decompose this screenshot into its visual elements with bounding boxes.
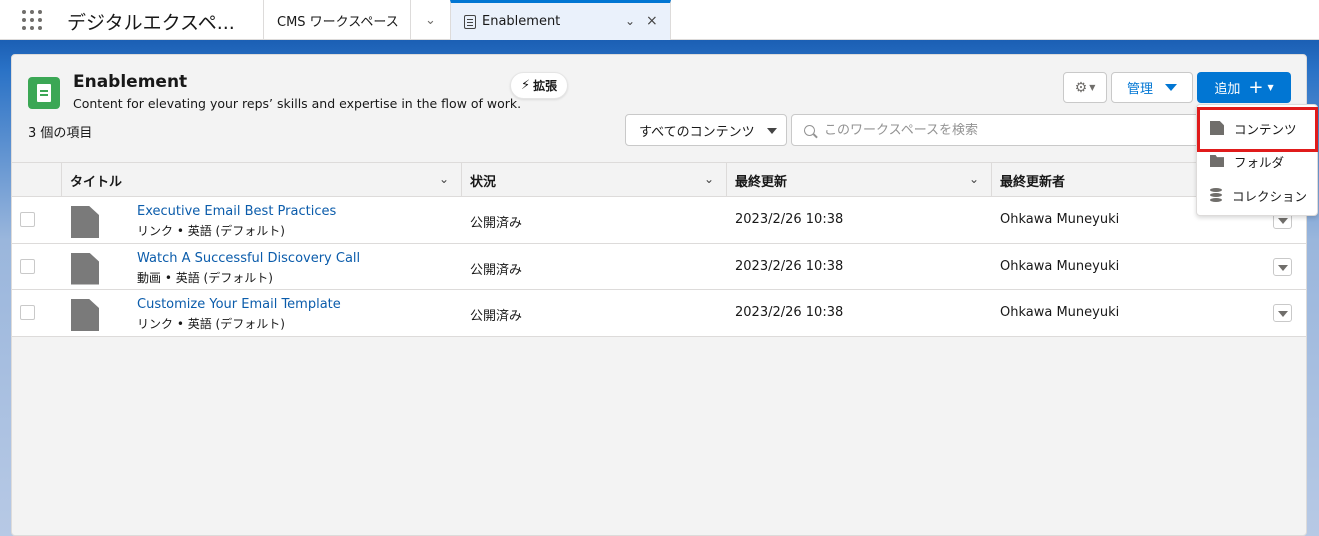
close-icon[interactable]: × [646, 13, 658, 29]
updated-cell: 2023/2/26 10:38 [735, 305, 844, 320]
select-column-header [12, 163, 61, 197]
tab-enablement[interactable]: Enablement ⌄ × [450, 0, 671, 40]
extend-button[interactable]: ⚡︎ 拡張 [510, 72, 569, 99]
tab-label: CMS ワークスペース [277, 14, 399, 30]
content-table: タイトル ⌄ 状況 ⌄ 最終更新 ⌄ 最終更新者 Executive Email… [12, 162, 1306, 337]
item-count: 3 個の項目 [28, 126, 93, 141]
caret-down-icon [1165, 84, 1177, 91]
content-title-link[interactable]: Executive Email Best Practices [137, 204, 336, 219]
manage-button[interactable]: 管理 [1111, 72, 1193, 103]
column-label: 状況 [470, 174, 497, 190]
updated-by-cell: Ohkawa Muneyuki [1000, 305, 1120, 320]
plus-icon: + [1248, 76, 1264, 98]
highlight-box [1197, 107, 1318, 152]
file-icon [71, 206, 99, 238]
row-checkbox[interactable] [20, 305, 35, 320]
file-icon [71, 299, 99, 331]
status-cell: 公開済み [470, 309, 523, 324]
column-label: 最終更新者 [1000, 174, 1066, 190]
app-name: デジタルエクスペ... [67, 12, 235, 34]
content-title-link[interactable]: Watch A Successful Discovery Call [137, 251, 360, 266]
search-input[interactable] [824, 122, 1184, 138]
manage-label: 管理 [1126, 82, 1153, 97]
column-header-status[interactable]: 状況 ⌄ [461, 163, 726, 197]
add-label: 追加 [1214, 82, 1241, 97]
content-filter-select[interactable]: すべてのコンテンツ [625, 114, 787, 146]
tab-cms-workspace[interactable]: CMS ワークスペース [263, 0, 410, 40]
column-label: タイトル [70, 174, 123, 190]
row-checkbox[interactable] [20, 258, 35, 274]
app-launcher-icon[interactable] [22, 10, 44, 32]
file-icon [71, 252, 99, 285]
tab-label: Enablement [482, 14, 561, 29]
updated-cell: 2023/2/26 10:38 [735, 258, 844, 274]
lightning-icon: ⚡︎ [521, 78, 531, 93]
column-header-title[interactable]: タイトル ⌄ [61, 163, 461, 197]
caret-down-icon [767, 128, 777, 134]
workspace-icon [28, 77, 60, 109]
column-label: 最終更新 [735, 174, 788, 190]
row-checkbox[interactable] [20, 212, 35, 227]
gear-icon: ⚙ [1074, 79, 1088, 96]
page-title: Enablement [73, 72, 188, 92]
content-subtitle: リンク • 英語 (デフォルト) [137, 224, 285, 238]
updated-cell: 2023/2/26 10:38 [735, 212, 844, 227]
menu-item-collection[interactable]: コレクション [1197, 180, 1317, 210]
table-header: タイトル ⌄ 状況 ⌄ 最終更新 ⌄ 最終更新者 [12, 163, 1306, 197]
folder-icon [1210, 155, 1224, 167]
content-subtitle: 動画 • 英語 (デフォルト) [137, 270, 273, 285]
updated-by-cell: Ohkawa Muneyuki [1000, 212, 1120, 227]
search-box[interactable] [791, 114, 1211, 146]
filter-selected: すべてのコンテンツ [639, 124, 755, 140]
chevron-down-icon[interactable]: ⌄ [625, 14, 635, 28]
caret-down-icon: ▼ [1089, 83, 1096, 92]
updated-by-cell: Ohkawa Muneyuki [1000, 258, 1120, 274]
add-button[interactable]: 追加 + ▼ [1197, 72, 1291, 103]
collection-icon [1210, 188, 1222, 202]
menu-item-label: コレクション [1232, 188, 1308, 204]
caret-down-icon: ▼ [1267, 83, 1274, 92]
chevron-down-icon[interactable]: ⌄ [439, 172, 449, 186]
tab-overflow-chevron-icon[interactable]: ⌄ [410, 0, 450, 40]
chevron-down-icon[interactable]: ⌄ [969, 172, 979, 186]
status-cell: 公開済み [470, 262, 523, 278]
table-row[interactable]: Watch A Successful Discovery Call 動画 • 英… [12, 243, 1306, 290]
search-icon [804, 124, 815, 136]
row-action-menu-icon[interactable] [1273, 304, 1292, 322]
settings-button[interactable]: ⚙ ▼ [1063, 72, 1107, 103]
global-nav: デジタルエクスペ... CMS ワークスペース ⌄ Enablement ⌄ × [0, 0, 1319, 40]
table-row[interactable]: Executive Email Best Practices リンク • 英語 … [12, 197, 1306, 244]
extend-label: 拡張 [533, 79, 558, 93]
status-cell: 公開済み [470, 216, 523, 231]
document-icon [464, 14, 476, 29]
table-row[interactable]: Customize Your Email Template リンク • 英語 (… [12, 290, 1306, 337]
chevron-down-icon[interactable]: ⌄ [704, 172, 714, 186]
page-description: Content for elevating your reps’ skills … [73, 96, 522, 111]
row-action-menu-icon[interactable] [1273, 257, 1292, 276]
column-header-last-updated[interactable]: 最終更新 ⌄ [726, 163, 991, 197]
workspace-card: Enablement Content for elevating your re… [11, 54, 1307, 536]
content-subtitle: リンク • 英語 (デフォルト) [137, 317, 285, 331]
menu-item-label: フォルダ [1234, 154, 1285, 170]
content-title-link[interactable]: Customize Your Email Template [137, 297, 341, 312]
